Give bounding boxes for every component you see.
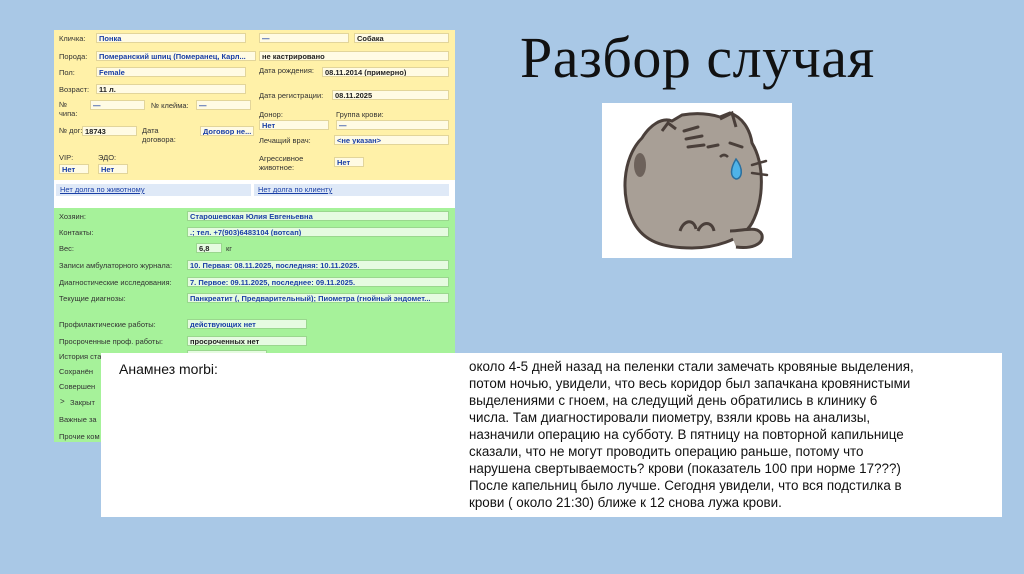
diagnostics-link[interactable]: 7. Первое: 09.11.2025, последнее: 09.11.… xyxy=(187,277,449,287)
blood-group-label: Группа крови: xyxy=(336,110,384,119)
preventive-link[interactable]: действующих нет xyxy=(187,319,307,329)
contract-no-field[interactable]: 18743 xyxy=(82,126,137,136)
anamnesis-line: назначили операцию на субботу. В пятницу… xyxy=(469,427,904,442)
closed-label[interactable]: Закрыт xyxy=(70,398,95,407)
castration-field[interactable]: не кастрировано xyxy=(259,51,449,61)
anamnesis-label: Анамнез morbi: xyxy=(119,361,218,377)
journal-label: Записи амбулаторного журнала: xyxy=(59,261,173,270)
nickname-field[interactable]: Понка xyxy=(96,33,246,43)
donor-field[interactable]: Нет xyxy=(259,120,329,130)
anamnesis-line: После капельниц было лучше. Сегодня увид… xyxy=(469,478,902,493)
registration-label: Дата регистрации: xyxy=(259,91,324,100)
registration-field[interactable]: 08.11.2025 xyxy=(332,90,449,100)
vip-field[interactable]: Нет xyxy=(59,164,89,174)
age-label: Возраст: xyxy=(59,85,90,94)
brand-label: № клейма: xyxy=(151,101,189,110)
anamnesis-line: числа. Там диагностировали пиометру, взя… xyxy=(469,410,871,425)
important-label: Важные за xyxy=(59,415,97,424)
species-field[interactable]: Собака xyxy=(354,33,449,43)
anamnesis-line: выделениями с гноем, на следущий день об… xyxy=(469,393,878,408)
debt-animal-link[interactable]: Нет долга по животному xyxy=(56,184,251,196)
weight-unit: кг xyxy=(226,244,233,253)
crying-cat-icon xyxy=(623,110,769,250)
preventive-label: Профилактические работы: xyxy=(59,320,156,329)
anamnesis-line: потом ночью, увидели, что весь коридор б… xyxy=(469,376,911,391)
aggressive-field[interactable]: Нет xyxy=(334,157,364,167)
weight-field[interactable]: 6,8 xyxy=(196,243,222,253)
contacts-label: Контакты: xyxy=(59,228,94,237)
contract-date-label: Дата договора: xyxy=(142,126,176,144)
anamnesis-line: сказали, что не могут проводить операцию… xyxy=(469,444,864,459)
diagnoses-link[interactable]: Панкреатит (, Предварительный); Пиометра… xyxy=(187,293,449,303)
chip-field[interactable]: — xyxy=(90,100,145,110)
birth-label: Дата рождения: xyxy=(259,66,314,75)
contacts-field[interactable]: .; тел. +7(903)6483104 (вотсап) xyxy=(187,227,449,237)
doctor-field[interactable]: <не указан> xyxy=(334,135,449,145)
vip-label: VIP: xyxy=(59,153,74,162)
contract-link[interactable]: Договор не... xyxy=(200,126,254,136)
sex-field[interactable]: Female xyxy=(96,67,246,77)
owner-field[interactable]: Старошевская Юлия Евгеньевна xyxy=(187,211,449,221)
blood-group-field[interactable]: — xyxy=(336,120,449,130)
species-blank-field[interactable]: — xyxy=(259,33,349,43)
other-label: Прочие ком xyxy=(59,432,100,441)
edo-field[interactable]: Нет xyxy=(98,164,128,174)
overdue-field[interactable]: просроченных нет xyxy=(187,336,307,346)
anamnesis-line: около 4-5 дней назад на пеленки стали за… xyxy=(469,359,914,374)
diagnostics-label: Диагностические исследования: xyxy=(59,278,172,287)
nickname-label: Кличка: xyxy=(59,34,86,43)
sex-label: Пол: xyxy=(59,68,75,77)
breed-label: Порода: xyxy=(59,52,88,61)
brand-field[interactable]: — xyxy=(196,100,251,110)
debt-client-link[interactable]: Нет долга по клиенту xyxy=(254,184,449,196)
anamnesis-text: около 4-5 дней назад на пеленки стали за… xyxy=(469,358,989,511)
aggressive-label: Агрессивное животное: xyxy=(259,154,304,172)
contract-no-label: № дог: xyxy=(59,126,83,135)
slide-title: Разбор случая xyxy=(520,25,875,90)
journal-link[interactable]: 10. Первая: 08.11.2025, последняя: 10.11… xyxy=(187,260,449,270)
sad-cat-image xyxy=(602,103,792,258)
age-field[interactable]: 11 л. xyxy=(96,84,246,94)
completed-label: Совершен xyxy=(59,382,96,391)
anamnesis-line: нарушена свертываемость? крови (показате… xyxy=(469,461,901,476)
anamnesis-box: Анамнез morbi: около 4-5 дней назад на п… xyxy=(101,353,1002,517)
owner-label: Хозяин: xyxy=(59,212,86,221)
anamnesis-line: крови ( около 21:30) ближе к 12 снова лу… xyxy=(469,495,782,510)
birth-field[interactable]: 08.11.2014 (примерно) xyxy=(322,67,449,77)
breed-field[interactable]: Померанский шпиц (Померанец, Карл... xyxy=(96,51,256,61)
chevron-right-icon[interactable]: > xyxy=(60,397,65,406)
saved-label: Сохранён xyxy=(59,367,94,376)
edo-label: ЭДО: xyxy=(98,153,117,162)
diagnoses-label: Текущие диагнозы: xyxy=(59,294,126,303)
doctor-label: Лечащий врач: xyxy=(259,136,311,145)
chip-label: № чипа: xyxy=(59,100,78,118)
weight-label: Вес: xyxy=(59,244,75,253)
overdue-label: Просроченные проф. работы: xyxy=(59,337,163,346)
donor-label: Донор: xyxy=(259,110,283,119)
